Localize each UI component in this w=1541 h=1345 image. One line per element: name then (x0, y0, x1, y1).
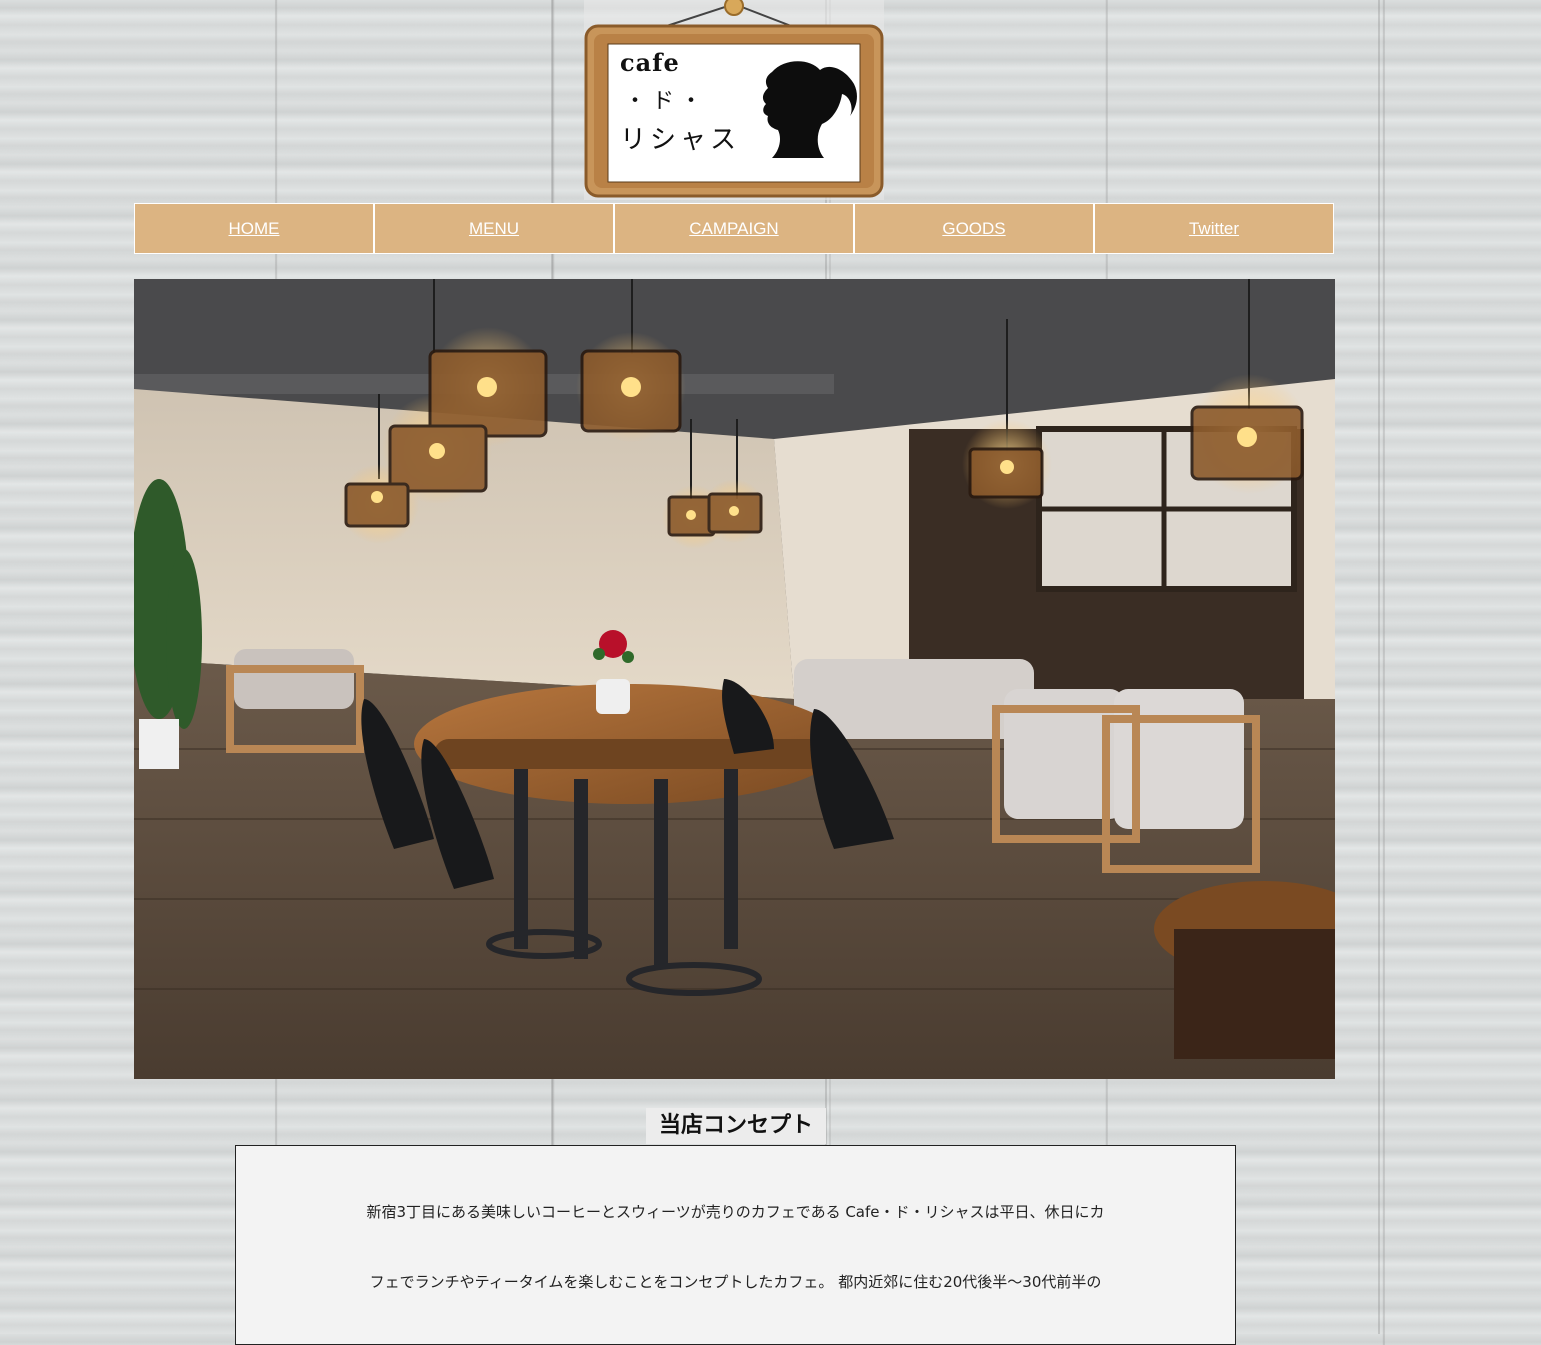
logo-text-cafe: cafe (620, 48, 680, 77)
logo-text: cafe ・ド・ リシャス (620, 48, 740, 156)
main-nav: HOME MENU CAMPAIGN GOODS Twitter (134, 203, 1334, 254)
concept-box: 新宿3丁目にある美味しいコーヒーとスウィーツが売りのカフェである Cafe・ド・… (235, 1145, 1236, 1345)
nav-link-goods[interactable]: GOODS (942, 219, 1005, 239)
nav-item-menu: MENU (374, 203, 614, 254)
logo-text-do: ・ド・ (624, 89, 709, 114)
nav-link-home[interactable]: HOME (229, 219, 280, 239)
nav-item-twitter: Twitter (1094, 203, 1334, 254)
nav-item-campaign: CAMPAIGN (614, 203, 854, 254)
nav-item-goods: GOODS (854, 203, 1094, 254)
nav-link-campaign[interactable]: CAMPAIGN (689, 219, 778, 239)
nav-link-twitter[interactable]: Twitter (1189, 219, 1239, 239)
cafe-interior-illustration (134, 279, 1335, 1079)
site-logo[interactable]: cafe ・ド・ リシャス (584, 0, 884, 200)
nav-link-menu[interactable]: MENU (469, 219, 519, 239)
concept-title: 当店コンセプト (646, 1108, 826, 1144)
hero-image (134, 279, 1335, 1079)
concept-text-line-1: 新宿3丁目にある美味しいコーヒーとスウィーツが売りのカフェである Cafe・ド・… (366, 1203, 1105, 1221)
logo-text-richasu: リシャス (620, 125, 741, 155)
nav-item-home: HOME (134, 203, 374, 254)
concept-text-line-2: フェでランチやティータイムを楽しむことをコンセプトしたカフェ。 都内近郊に住む2… (369, 1273, 1102, 1291)
